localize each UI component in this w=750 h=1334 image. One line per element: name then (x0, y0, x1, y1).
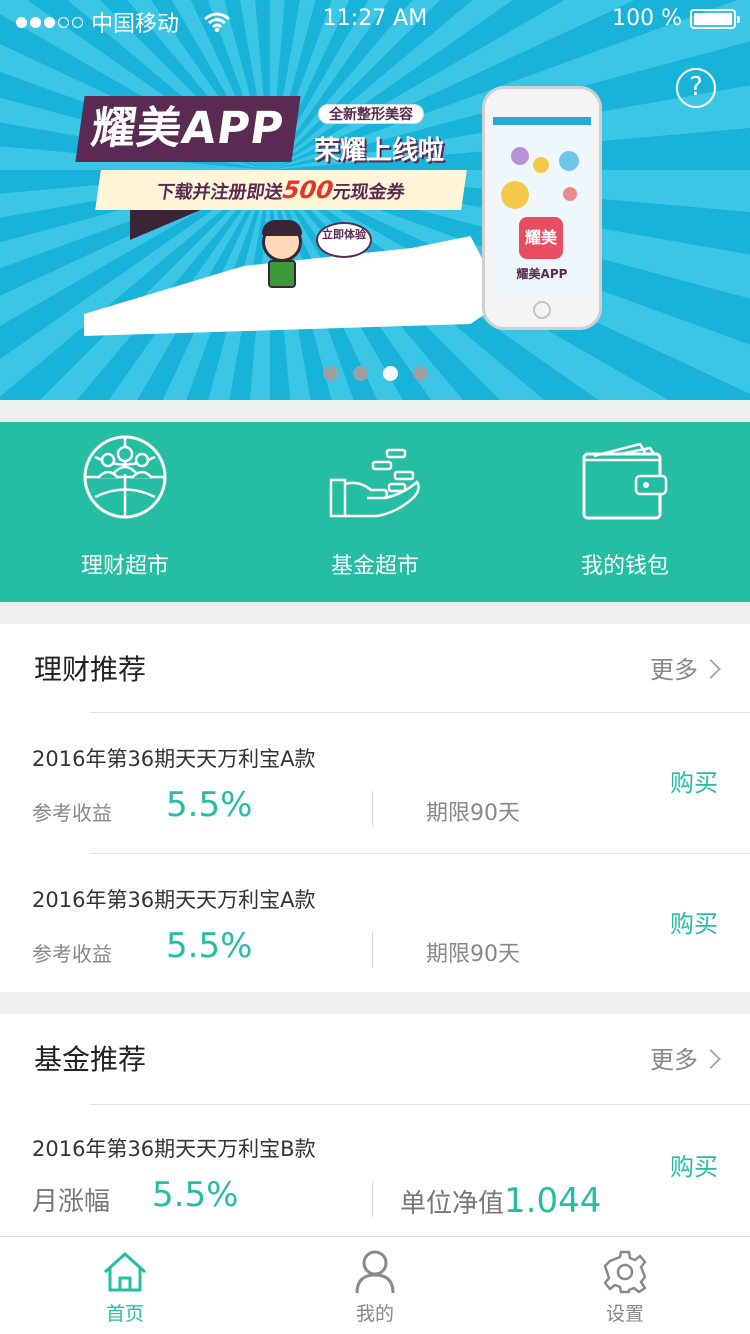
quick-label: 基金超市 (330, 554, 419, 579)
yield-value: 5.5% (166, 785, 253, 825)
quick-item-my-wallet[interactable]: 我的钱包 (500, 422, 750, 602)
nav-label-text: 单位净值 (400, 1189, 505, 1219)
tab-label: 首页 (105, 1303, 144, 1325)
carousel-dot[interactable] (352, 366, 368, 381)
chevron-right-icon (701, 1049, 721, 1069)
promo-offer-suffix: 元现金券 (331, 182, 407, 203)
carousel-dot[interactable] (412, 366, 428, 381)
tab-label: 我的 (355, 1303, 394, 1325)
tab-mine[interactable]: 我的 (250, 1237, 500, 1334)
buy-button[interactable]: 购买 (670, 763, 718, 798)
product-row[interactable]: 2016年第36期天天万利宝A款 参考收益 5.5% 期限90天 购买 (0, 854, 750, 994)
promo-ribbon-shadow (130, 206, 210, 240)
quick-menu: 理财超市 基金超市 我的钱包 (0, 422, 750, 602)
phone-app-icon: 耀美 (519, 217, 563, 259)
phone-mockup: 耀美 耀美APP (482, 86, 602, 330)
product-row[interactable]: 2016年第36期天天万利宝A款 参考收益 5.5% 期限90天 购买 (0, 713, 750, 853)
term-text: 期限90天 (426, 942, 520, 967)
globe-people-icon (83, 435, 167, 519)
fund-row[interactable]: 2016年第36期天天万利宝B款 月涨幅 5.5% 单位净值1.044 购买 (0, 1105, 750, 1245)
user-icon (355, 1250, 395, 1294)
wallet-icon (582, 442, 668, 520)
more-label: 更多 (650, 1046, 698, 1074)
tab-label: 设置 (605, 1303, 644, 1325)
promo-title: 耀美APP (75, 96, 301, 162)
buy-button[interactable]: 购买 (670, 904, 718, 939)
tab-bar: 首页 我的 设置 (0, 1236, 750, 1334)
chevron-right-icon (701, 659, 721, 679)
finance-recommend-section: 理财推荐 更多 2016年第36期天天万利宝A款 参考收益 5.5% 期限90天… (0, 624, 750, 992)
section-title: 理财推荐 (34, 653, 147, 686)
hand-coins-icon (329, 448, 420, 518)
buy-button[interactable]: 购买 (670, 1147, 718, 1182)
cartoon-character (256, 220, 308, 292)
more-link[interactable]: 更多 (650, 650, 721, 685)
promo-pill: 全新整形美容 (318, 104, 424, 124)
yield-value: 5.5% (166, 926, 253, 966)
nav-value: 1.044 (504, 1181, 602, 1221)
battery-icon (690, 8, 740, 29)
yield-label: 参考收益 (32, 942, 112, 966)
help-icon[interactable]: ? (676, 68, 716, 108)
quick-label: 理财超市 (80, 554, 169, 579)
yield-label: 参考收益 (32, 801, 112, 825)
phone-app-label: 耀美APP (516, 267, 568, 281)
promo-offer-prefix: 下载并注册即送 (155, 182, 285, 203)
carousel-dot-active[interactable] (382, 366, 398, 381)
divider (372, 791, 373, 827)
divider (372, 1181, 373, 1217)
try-now-bubble[interactable]: 立即体验 (316, 222, 372, 258)
change-label: 月涨幅 (32, 1187, 111, 1217)
tab-home[interactable]: 首页 (0, 1237, 250, 1334)
section-title: 基金推荐 (34, 1043, 147, 1076)
change-value: 5.5% (152, 1175, 239, 1215)
fund-name: 2016年第36期天天万利宝B款 (32, 1137, 316, 1161)
tab-settings[interactable]: 设置 (500, 1237, 750, 1334)
product-name: 2016年第36期天天万利宝A款 (32, 747, 316, 771)
promo-subtitle: 荣耀上线啦 (314, 136, 445, 166)
divider (372, 932, 373, 968)
gear-icon (603, 1250, 647, 1294)
quick-label: 我的钱包 (580, 554, 669, 579)
quick-item-finance-market[interactable]: 理财超市 (0, 422, 250, 602)
carousel-dots[interactable] (0, 366, 750, 381)
carousel-dot[interactable] (322, 366, 338, 381)
battery-percent: 100 % (612, 6, 682, 31)
more-link[interactable]: 更多 (650, 1040, 721, 1075)
home-icon (103, 1251, 147, 1292)
nav-label: 单位净值1.044 (400, 1181, 601, 1221)
promo-offer: 下载并注册即送500元现金券 (95, 170, 467, 210)
product-name: 2016年第36期天天万利宝A款 (32, 888, 316, 912)
promo-offer-amount: 500 (280, 176, 336, 204)
more-label: 更多 (650, 656, 698, 684)
term-text: 期限90天 (426, 801, 520, 826)
promo-banner[interactable]: ? 耀美APP 全新整形美容 荣耀上线啦 下载并注册即送500元现金券 立即体验… (0, 0, 750, 400)
fund-recommend-section: 基金推荐 更多 2016年第36期天天万利宝B款 月涨幅 5.5% 单位净值1.… (0, 1014, 750, 1236)
status-bar: 中国移动 11:27 AM 100 % (0, 0, 750, 40)
quick-item-fund-market[interactable]: 基金超市 (250, 422, 500, 602)
